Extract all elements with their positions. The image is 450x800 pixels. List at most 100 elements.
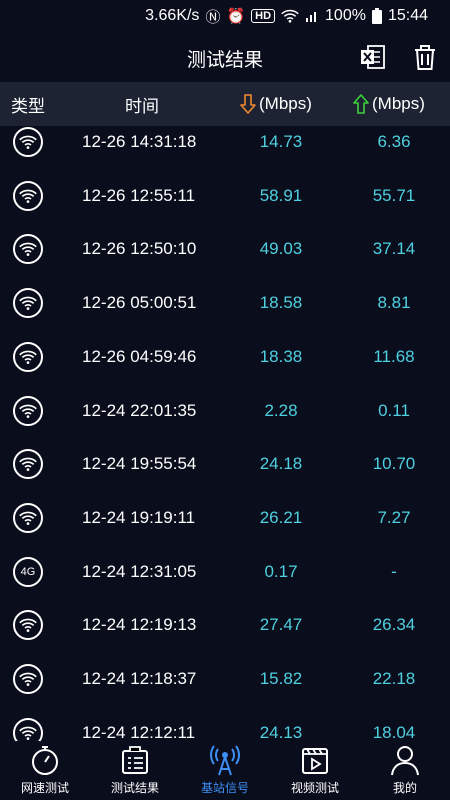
row-time: 12-24 22:01:35: [82, 400, 197, 420]
battery-icon: [371, 8, 382, 24]
status-bar: 3.66K/s Ⓝ ⏰ HD 100% 15:44: [0, 0, 450, 32]
row-download: 24.13: [259, 722, 303, 741]
nav-label: 网速测试: [20, 781, 69, 795]
trash-icon[interactable]: [410, 42, 440, 72]
nav-label: 测试结果: [110, 781, 159, 795]
row-upload: 7.27: [377, 507, 411, 527]
wifi-icon: [13, 717, 43, 741]
table-row[interactable]: 12-24 22:01:35 2.28 0.11: [0, 385, 450, 439]
row-time: 12-26 12:55:11: [82, 185, 196, 205]
row-upload: 37.14: [372, 239, 416, 259]
wifi-icon: [13, 664, 43, 694]
table-row[interactable]: 12-26 04:59:46 18.38 11.68: [0, 331, 450, 385]
row-time: 12-26 05:00:51: [82, 293, 197, 313]
nav-label: 基站信号: [200, 781, 249, 795]
results-list-icon: [122, 746, 148, 774]
results-list[interactable]: 12-26 14:31:18 14.73 6.36 12-26 12:55:11 58.…: [0, 126, 450, 741]
table-row[interactable]: 12-24 19:19:11 26.21 7.27: [0, 492, 450, 546]
row-upload: 10.70: [372, 454, 416, 474]
row-download: 18.58: [259, 293, 303, 313]
battery-percent: 100%: [325, 7, 366, 24]
row-time: 12-26 12:50:10: [82, 239, 197, 259]
clock: 15:44: [387, 7, 428, 24]
upload-arrow-icon: [353, 94, 369, 114]
wifi-icon: [13, 341, 43, 372]
row-upload: 22.18: [372, 669, 416, 688]
row-time: 12-24 12:19:13: [82, 615, 197, 635]
title-bar: 测试结果: [0, 32, 450, 82]
nav-results[interactable]: 测试结果: [90, 741, 180, 800]
wifi-icon: [13, 610, 43, 641]
wifi-icon: [13, 395, 43, 426]
table-row[interactable]: 12-26 12:50:10 49.03 37.14: [0, 223, 450, 277]
tower-signal-icon: [210, 745, 240, 776]
hd-badge: HD: [251, 9, 276, 23]
nav-profile[interactable]: 我的: [360, 741, 450, 800]
wifi-icon: [13, 234, 43, 265]
table-row[interactable]: 12-24 12:12:11 24.13 18.04: [0, 707, 450, 741]
upload-unit: (Mbps): [372, 94, 425, 113]
alarm-icon: ⏰: [226, 8, 246, 25]
row-download: 58.91: [259, 185, 303, 205]
wifi-icon: [13, 449, 43, 480]
table-row[interactable]: 12-24 12:19:13 27.47 26.34: [0, 599, 450, 653]
row-time: 12-24 12:12:11: [82, 722, 196, 741]
header-download: (Mbps): [240, 94, 312, 114]
nav-speed-test[interactable]: 网速测试: [0, 741, 90, 800]
header-time: 时间: [125, 96, 159, 116]
row-download: 18.38: [259, 346, 303, 366]
row-upload: 18.04: [372, 722, 416, 741]
row-time: 12-24 12:31:05: [82, 561, 197, 581]
row-time: 12-24 19:19:11: [82, 507, 196, 527]
nav-video-test[interactable]: 视频测试: [270, 741, 360, 800]
row-upload: 8.81: [377, 293, 411, 313]
wifi-icon: [13, 502, 43, 533]
row-download: 24.18: [259, 454, 303, 474]
row-upload: 6.36: [377, 132, 411, 151]
table-row[interactable]: 12-26 05:00:51 18.58 8.81: [0, 277, 450, 331]
wifi-status-icon: [281, 9, 299, 23]
table-row[interactable]: 12-24 19:55:54 24.18 10.70: [0, 438, 450, 492]
excel-export-icon[interactable]: [358, 42, 388, 72]
row-time: 12-24 19:55:54: [82, 454, 197, 474]
network-speed: 3.66K/s: [145, 7, 200, 24]
row-upload: -: [391, 561, 397, 581]
header-upload: (Mbps): [353, 94, 425, 114]
nav-label: 我的: [392, 781, 417, 795]
row-download: 14.73: [259, 132, 303, 151]
nav-tower-signal[interactable]: 基站信号: [180, 741, 270, 800]
person-icon: [391, 746, 419, 776]
video-icon: [302, 748, 328, 774]
row-time: 12-26 04:59:46: [82, 346, 197, 366]
nav-label: 视频测试: [290, 781, 339, 795]
row-download: 26.21: [259, 507, 303, 527]
table-row[interactable]: 12-26 12:55:11 58.91 55.71: [0, 170, 450, 224]
table-row[interactable]: 12-26 14:31:18 14.73 6.36: [0, 126, 450, 170]
wifi-icon: [13, 127, 43, 157]
row-time: 12-26 14:31:18: [82, 132, 197, 151]
row-upload: 11.68: [373, 346, 415, 366]
row-download: 27.47: [259, 615, 303, 635]
stopwatch-icon: [32, 746, 58, 775]
header-type: 类型: [11, 96, 45, 116]
row-download: 49.03: [259, 239, 303, 259]
row-download: 0.17: [264, 561, 298, 581]
row-time: 12-24 12:18:37: [82, 669, 197, 688]
table-header: 类型 时间 (Mbps) (Mbps): [0, 82, 450, 126]
wifi-icon: [13, 180, 43, 211]
row-download: 2.28: [264, 400, 298, 420]
row-upload: 55.71: [372, 185, 416, 205]
download-unit: (Mbps): [259, 94, 312, 113]
row-upload: 26.34: [372, 615, 416, 635]
table-row[interactable]: 4G 12-24 12:31:05 0.17 -: [0, 546, 450, 600]
table-row[interactable]: 12-24 12:18:37 15.82 22.18: [0, 653, 450, 707]
row-download: 15.82: [259, 669, 303, 688]
download-arrow-icon: [240, 94, 256, 114]
network-type-label: 4G: [20, 565, 36, 578]
cellular-4g-icon: 4G: [13, 556, 43, 587]
cell-signal-icon: [306, 12, 317, 22]
row-upload: 0.11: [378, 400, 410, 420]
wifi-icon: [13, 288, 43, 319]
bottom-nav: 网速测试 测试结果 基站信号 视频测试 我的: [0, 741, 450, 800]
nfc-icon: Ⓝ: [205, 8, 221, 26]
